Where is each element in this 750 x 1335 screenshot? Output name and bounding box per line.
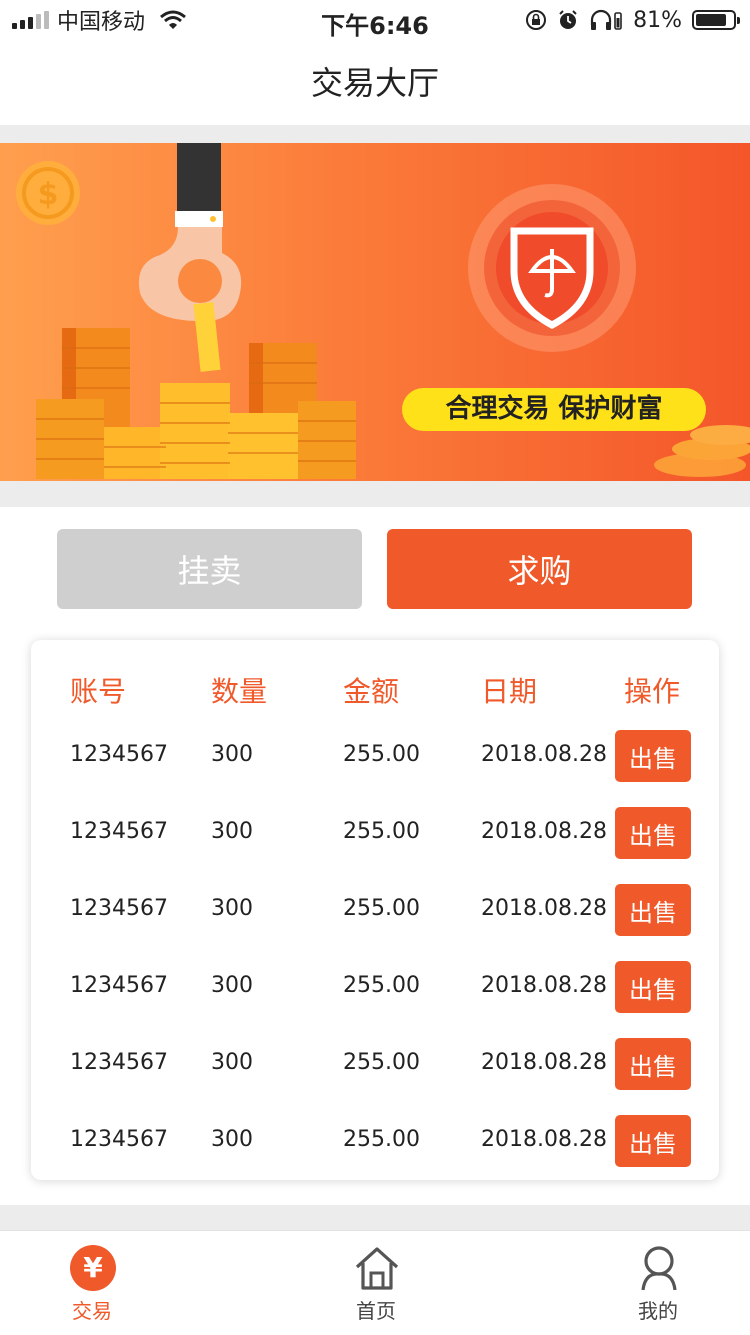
list-for-sale-button[interactable]: 挂卖 xyxy=(57,529,362,609)
amount-cell: 255.00 xyxy=(343,1127,420,1152)
quantity-cell: 300 xyxy=(211,896,253,921)
amount-cell: 255.00 xyxy=(343,973,420,998)
tab-label: 首页 xyxy=(356,1299,396,1323)
user-icon xyxy=(641,1246,677,1291)
table-row: 1234567 300 255.00 2018.08.28 出售 xyxy=(31,961,719,1013)
tab-bar: ¥ 交易 首页 我的 xyxy=(0,1230,750,1335)
trade-table: 账号 数量 金额 日期 操作 1234567 300 255.00 2018.0… xyxy=(31,640,719,1180)
rotation-lock-icon xyxy=(526,10,547,30)
tab-label: 交易 xyxy=(72,1299,112,1323)
sell-button[interactable]: 出售 xyxy=(615,730,691,782)
amount-cell: 255.00 xyxy=(343,896,420,921)
buy-request-button[interactable]: 求购 xyxy=(387,529,692,609)
sell-button[interactable]: 出售 xyxy=(615,1115,691,1167)
account-cell: 1234567 xyxy=(70,896,168,921)
date-cell: 2018.08.28 xyxy=(481,973,607,998)
tab-label: 我的 xyxy=(638,1299,678,1323)
battery-icon xyxy=(692,10,740,30)
account-cell: 1234567 xyxy=(70,742,168,767)
sell-button[interactable]: 出售 xyxy=(615,961,691,1013)
header-date: 日期 xyxy=(481,675,538,708)
tab-profile[interactable]: 我的 xyxy=(598,1231,718,1335)
shield-umbrella-icon xyxy=(468,184,636,352)
date-cell: 2018.08.28 xyxy=(481,742,607,767)
home-icon xyxy=(355,1247,399,1290)
svg-text:$: $ xyxy=(38,177,59,212)
tab-home[interactable]: 首页 xyxy=(316,1231,436,1335)
amount-cell: 255.00 xyxy=(343,819,420,844)
quantity-cell: 300 xyxy=(211,742,253,767)
account-cell: 1234567 xyxy=(70,1127,168,1152)
account-cell: 1234567 xyxy=(70,819,168,844)
divider-band xyxy=(0,1205,750,1231)
dollar-coin-icon: $ xyxy=(16,161,80,225)
header-action: 操作 xyxy=(624,675,681,708)
sell-button[interactable]: 出售 xyxy=(615,1038,691,1090)
table-row: 1234567 300 255.00 2018.08.28 出售 xyxy=(31,884,719,936)
coin-pile-icon xyxy=(654,425,750,477)
table-row: 1234567 300 255.00 2018.08.28 出售 xyxy=(31,807,719,859)
yuan-icon: ¥ xyxy=(70,1245,116,1291)
battery-percent: 81% xyxy=(633,7,682,33)
table-row: 1234567 300 255.00 2018.08.28 出售 xyxy=(31,1115,719,1167)
quantity-cell: 300 xyxy=(211,1127,253,1152)
header-amount: 金额 xyxy=(343,675,400,708)
hand-icon xyxy=(138,143,242,372)
sell-button[interactable]: 出售 xyxy=(615,884,691,936)
date-cell: 2018.08.28 xyxy=(481,1127,607,1152)
amount-cell: 255.00 xyxy=(343,742,420,767)
date-cell: 2018.08.28 xyxy=(481,1050,607,1075)
coin-stacks-icon xyxy=(36,328,356,479)
banner-slogan: 合理交易 保护财富 xyxy=(402,388,706,431)
tab-trade[interactable]: ¥ 交易 xyxy=(32,1231,152,1335)
account-cell: 1234567 xyxy=(70,1050,168,1075)
page-title: 交易大厅 xyxy=(310,64,439,102)
divider-band xyxy=(0,125,750,143)
date-cell: 2018.08.28 xyxy=(481,896,607,921)
quantity-cell: 300 xyxy=(211,819,253,844)
quantity-cell: 300 xyxy=(211,973,253,998)
header-quantity: 数量 xyxy=(211,675,268,708)
divider-band xyxy=(0,481,750,507)
status-bar: 中国移动 下午6:46 81% xyxy=(0,0,750,40)
date-cell: 2018.08.28 xyxy=(481,819,607,844)
account-cell: 1234567 xyxy=(70,973,168,998)
table-row: 1234567 300 255.00 2018.08.28 出售 xyxy=(31,1038,719,1090)
headphones-icon xyxy=(590,9,622,30)
header-account: 账号 xyxy=(70,675,127,708)
table-row: 1234567 300 255.00 2018.08.28 出售 xyxy=(31,730,719,782)
quantity-cell: 300 xyxy=(211,1050,253,1075)
alarm-icon xyxy=(559,10,577,29)
sell-button[interactable]: 出售 xyxy=(615,807,691,859)
amount-cell: 255.00 xyxy=(343,1050,420,1075)
